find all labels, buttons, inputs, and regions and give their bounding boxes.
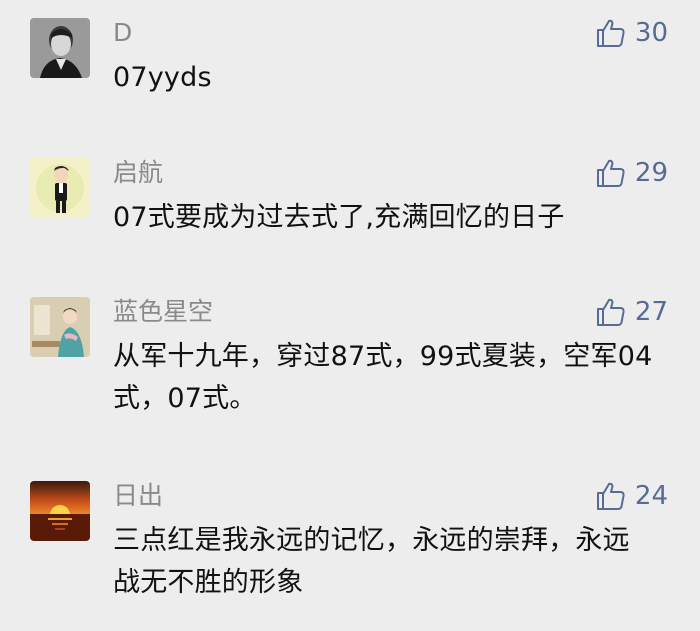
avatar[interactable] (30, 18, 90, 78)
avatar[interactable] (30, 297, 90, 357)
comment-text: 从军十九年，穿过87式，99式夏装，空军04式，07式。 (113, 341, 653, 414)
comment-text: 07yyds (113, 62, 212, 93)
like-count: 30 (634, 18, 668, 48)
sunset-avatar-icon (30, 481, 90, 541)
like-count: 29 (634, 158, 668, 188)
username[interactable]: D (113, 18, 132, 48)
like-count: 24 (634, 481, 668, 511)
portrait-photo-icon (30, 18, 90, 78)
like-button[interactable]: 30 (595, 16, 668, 50)
comment-text: 三点红是我永远的记忆，永远的崇拜，永远战无不胜的形象 (113, 525, 630, 598)
painted-lady-avatar-icon (30, 297, 90, 357)
comment-text: 07式要成为过去式了,充满回忆的日子 (113, 202, 565, 233)
thumbs-up-icon (596, 19, 625, 47)
like-button[interactable]: 29 (595, 156, 668, 190)
cartoon-man-avatar-icon (30, 158, 90, 218)
avatar[interactable] (30, 481, 90, 541)
like-button[interactable]: 24 (595, 479, 668, 513)
thumbs-up-icon (596, 159, 625, 187)
thumbs-up-icon (596, 298, 625, 326)
thumbs-up-icon (596, 482, 625, 510)
avatar[interactable] (30, 158, 90, 218)
like-count: 27 (634, 297, 668, 327)
username[interactable]: 日出 (113, 481, 163, 511)
like-button[interactable]: 27 (595, 295, 668, 329)
username[interactable]: 蓝色星空 (113, 297, 213, 327)
username[interactable]: 启航 (113, 158, 163, 188)
